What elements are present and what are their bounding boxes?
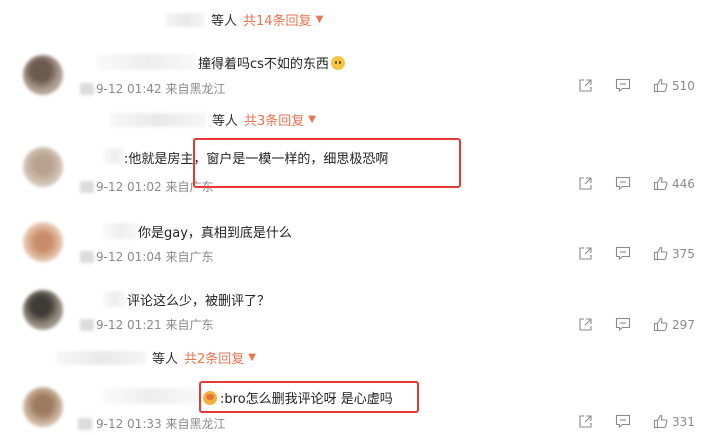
like-button[interactable]: 331 <box>653 414 695 429</box>
comment-location: 来自黑龙江 <box>165 82 226 96</box>
chevron-down-icon[interactable]: ▼ <box>308 114 316 125</box>
replier-names-blurred <box>56 350 146 365</box>
thumbs-up-icon <box>653 246 668 261</box>
comment-actions: 510 <box>578 78 695 93</box>
comment-meta: 9-12 01:04 来自广东 <box>96 248 213 265</box>
like-count: 331 <box>672 414 695 429</box>
comment-button[interactable] <box>615 317 631 332</box>
like-button[interactable]: 297 <box>653 317 695 332</box>
doge-emoji-icon <box>203 391 217 405</box>
replier-names-blurred <box>110 112 206 127</box>
comment-actions: 375 <box>578 246 695 261</box>
avatar[interactable] <box>23 222 63 262</box>
comment-text: 你是gay，真相到底是什么 <box>138 226 292 241</box>
username-blurred[interactable] <box>97 54 197 70</box>
reply-summary[interactable]: 等人 共2条回复 ▼ <box>56 348 256 367</box>
comment-icon <box>615 78 631 93</box>
share-icon <box>579 318 592 331</box>
reply-summary-top[interactable]: 等人 共14条回复 ▼ <box>165 10 323 29</box>
share-button[interactable] <box>578 414 593 429</box>
comment-time: 9-12 01:04 <box>96 250 162 264</box>
comment-actions: 297 <box>578 317 695 332</box>
chevron-down-icon[interactable]: ▼ <box>248 352 256 363</box>
thumbs-up-icon <box>653 317 668 332</box>
comment-meta: 9-12 01:33 来自黑龙江 <box>96 415 225 432</box>
like-button[interactable]: 510 <box>653 78 695 93</box>
meta-blur <box>80 83 94 95</box>
comment-location: 来自广东 <box>165 180 214 194</box>
comment-button[interactable] <box>615 414 631 429</box>
avatar[interactable] <box>23 387 63 427</box>
share-button[interactable] <box>578 78 593 93</box>
meta-blur <box>80 251 94 263</box>
comment-location: 来自黑龙江 <box>165 417 226 431</box>
share-button[interactable] <box>578 176 593 191</box>
reply-summary-prefix: 等人 <box>211 14 238 29</box>
comment-meta: 9-12 01:42 来自黑龙江 <box>96 80 225 97</box>
comment-location: 来自广东 <box>165 250 214 264</box>
avatar[interactable] <box>23 55 63 95</box>
reply-count[interactable]: 共3条回复 <box>244 110 304 129</box>
reply-count[interactable]: 共2条回复 <box>184 348 244 367</box>
comment-time: 9-12 01:21 <box>96 318 162 332</box>
reply-summary[interactable]: 等人 共3条回复 ▼ <box>110 110 316 129</box>
comment-location: 来自广东 <box>165 318 214 332</box>
avatar[interactable] <box>23 147 63 187</box>
like-count: 375 <box>672 246 695 261</box>
thumbs-up-icon <box>653 78 668 93</box>
thumbs-up-icon <box>653 414 668 429</box>
like-count: 297 <box>672 317 695 332</box>
comment-meta: 9-12 01:21 来自广东 <box>96 316 213 333</box>
comment-thread: 等人 共14条回复 ▼ 撞得着吗cs不如的东西 9-12 01:42 来自黑龙江… <box>0 0 718 435</box>
comment-time: 9-12 01:02 <box>96 180 162 194</box>
comment-button[interactable] <box>615 246 631 261</box>
share-button[interactable] <box>578 246 593 261</box>
share-icon <box>579 247 592 260</box>
comment-text: :bro怎么删我评论呀 是心虚吗 <box>203 388 393 407</box>
comment-time: 9-12 01:33 <box>96 417 162 431</box>
comment-button[interactable] <box>615 78 631 93</box>
username-blurred[interactable] <box>103 388 199 404</box>
chevron-down-icon[interactable]: ▼ <box>316 14 324 25</box>
share-icon <box>579 177 592 190</box>
smile-emoji-icon <box>330 56 345 70</box>
replier-names-blurred <box>165 12 205 27</box>
meta-blur <box>80 319 94 331</box>
reply-summary-prefix: 等人 <box>212 114 239 129</box>
username-blurred[interactable] <box>103 291 127 307</box>
comment-text: 评论这么少，被删评了？ <box>127 294 271 309</box>
meta-blur <box>78 418 92 430</box>
meta-blur <box>80 181 94 193</box>
comment-icon <box>615 246 631 261</box>
username-blurred[interactable] <box>103 148 125 164</box>
comment-actions: 446 <box>578 176 695 191</box>
like-count: 446 <box>672 176 695 191</box>
avatar[interactable] <box>23 290 63 330</box>
username-blurred[interactable] <box>103 223 139 239</box>
reply-count[interactable]: 共14条回复 <box>243 10 312 29</box>
comment-time: 9-12 01:42 <box>96 82 162 96</box>
like-count: 510 <box>672 78 695 93</box>
like-button[interactable]: 375 <box>653 246 695 261</box>
comment-meta: 9-12 01:02 来自广东 <box>96 178 213 195</box>
comment-icon <box>615 317 631 332</box>
comment-text: :他就是房主，窗户是一模一样的，细思极恐啊 <box>124 152 389 167</box>
share-button[interactable] <box>578 317 593 332</box>
comment-text: 撞得着吗cs不如的东西 <box>198 53 345 72</box>
comment-button[interactable] <box>615 176 631 191</box>
like-button[interactable]: 446 <box>653 176 695 191</box>
thumbs-up-icon <box>653 176 668 191</box>
comment-icon <box>615 176 631 191</box>
comment-icon <box>615 414 631 429</box>
share-icon <box>579 79 592 92</box>
share-icon <box>579 415 592 428</box>
reply-summary-prefix: 等人 <box>152 352 179 367</box>
comment-actions: 331 <box>578 414 695 429</box>
